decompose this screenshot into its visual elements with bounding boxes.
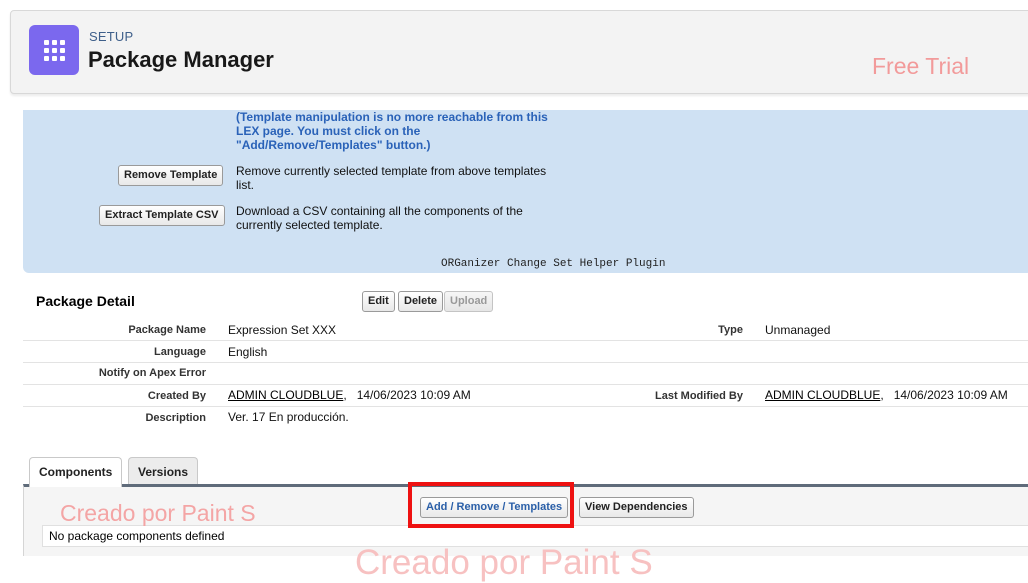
tab-components[interactable]: Components <box>29 457 123 487</box>
created-by-label: Created By <box>147 390 206 402</box>
extract-template-csv-description: Download a CSV containing all the compon… <box>236 204 523 232</box>
last-modified-by-date: 14/06/2023 10:09 AM <box>893 388 1008 402</box>
created-by-user-link[interactable]: ADMIN CLOUDBLUE <box>228 388 343 402</box>
description-label: Description <box>145 412 206 424</box>
language-value: English <box>228 345 268 359</box>
last-modified-by-user-link[interactable]: ADMIN CLOUDBLUE <box>765 388 880 402</box>
detail-row-package-name: Package Name Expression Set XXX Type Unm… <box>23 319 1028 341</box>
last-modified-by-label: Last Modified By <box>654 390 743 402</box>
tab-versions[interactable]: Versions <box>128 457 199 485</box>
detail-row-created-by: Created By ADMIN CLOUDBLUE, 14/06/2023 1… <box>23 385 1028 407</box>
template-note: (Template manipulation is no more reacha… <box>236 110 548 152</box>
plugin-label: ORGanizer Change Set Helper Plugin <box>441 258 666 270</box>
extract-template-csv-button[interactable]: Extract Template CSV <box>99 205 225 226</box>
detail-row-description: Description Ver. 17 En producción. <box>23 407 1028 428</box>
language-label: Language <box>154 346 206 358</box>
upload-button[interactable]: Upload <box>444 291 494 312</box>
type-label: Type <box>718 324 743 336</box>
package-detail-title: Package Detail <box>36 293 135 309</box>
package-name-value: Expression Set XXX <box>228 323 337 337</box>
description-value: Ver. 17 En producción. <box>228 410 349 424</box>
page-header: SETUP Package Manager Free Trial <box>10 10 1028 94</box>
view-dependencies-button[interactable]: View Dependencies <box>579 497 694 518</box>
header-eyebrow: SETUP <box>89 29 134 44</box>
detail-row-notify: Notify on Apex Error <box>23 363 1028 385</box>
remove-template-description: Remove currently selected template from … <box>236 164 547 192</box>
free-trial-watermark: Free Trial <box>872 53 970 79</box>
paint-watermark-small: Creado por Paint S <box>60 500 256 526</box>
type-value: Unmanaged <box>765 323 831 337</box>
app-launcher-grid-icon <box>29 25 79 75</box>
remove-template-button[interactable]: Remove Template <box>118 165 224 186</box>
delete-button[interactable]: Delete <box>398 291 444 312</box>
change-set-helper-panel: (Template manipulation is no more reacha… <box>23 110 1028 273</box>
page-title: Package Manager <box>88 47 274 72</box>
highlight-annotation-box <box>408 482 574 528</box>
detail-row-language: Language English <box>23 341 1028 363</box>
paint-watermark-large: Creado por Paint S <box>355 543 653 582</box>
edit-button[interactable]: Edit <box>362 291 395 312</box>
package-name-label: Package Name <box>128 324 206 336</box>
created-by-date: 14/06/2023 10:09 AM <box>356 388 471 402</box>
notify-apex-error-label: Notify on Apex Error <box>98 367 206 379</box>
